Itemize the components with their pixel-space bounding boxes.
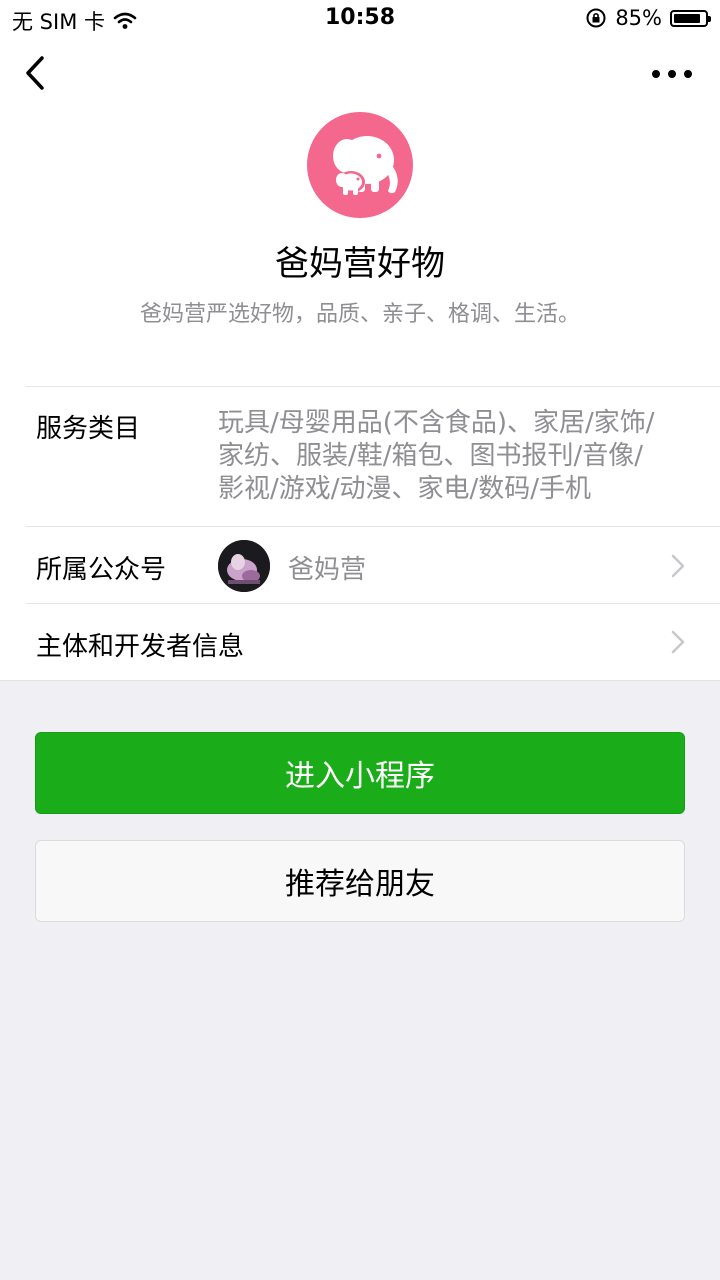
service-category-value: 玩具/母婴用品(不含食品)、家居/家饰/ 家纺、服装/鞋/箱包、图书报刊/音像/… xyxy=(218,407,698,506)
more-dots-icon xyxy=(652,70,660,78)
battery-percent-text: 85% xyxy=(615,6,662,30)
chevron-right-icon xyxy=(671,630,685,654)
official-account-avatar xyxy=(218,540,270,592)
official-account-label: 所属公众号 xyxy=(36,555,167,585)
battery-icon xyxy=(670,9,711,27)
recommend-to-friend-button[interactable]: 推荐给朋友 xyxy=(35,840,685,922)
more-dot xyxy=(668,70,676,78)
official-account-name: 爸妈营 xyxy=(288,555,367,585)
service-category-line: 玩具/母婴用品(不含食品)、家居/家饰/ xyxy=(218,408,655,438)
chevron-right-icon xyxy=(671,554,685,578)
developer-info-label: 主体和开发者信息 xyxy=(36,632,245,662)
more-dot xyxy=(684,70,692,78)
service-category-line: 影视/游戏/动漫、家电/数码/手机 xyxy=(218,474,592,504)
orientation-lock-icon xyxy=(586,8,606,28)
enter-mini-program-button[interactable]: 进入小程序 xyxy=(35,732,685,814)
status-right: 85% xyxy=(585,6,711,30)
back-button[interactable] xyxy=(22,52,62,96)
battery-level-fill xyxy=(674,13,700,23)
chevron-left-icon xyxy=(26,56,44,90)
app-logo xyxy=(307,112,413,218)
elephant-logo-icon xyxy=(333,136,398,195)
more-button[interactable] xyxy=(652,60,692,88)
divider xyxy=(26,386,720,387)
account-avatar-image xyxy=(218,540,270,592)
app-description: 爸妈营严选好物，品质、亲子、格调、生活。 xyxy=(139,302,580,327)
service-category-line: 家纺、服装/鞋/箱包、图书报刊/音像/ xyxy=(218,441,644,471)
app-name: 爸妈营好物 xyxy=(275,244,445,284)
status-bar: 无 SIM 卡 10:58 85% xyxy=(0,0,720,38)
service-category-label: 服务类目 xyxy=(36,414,141,444)
